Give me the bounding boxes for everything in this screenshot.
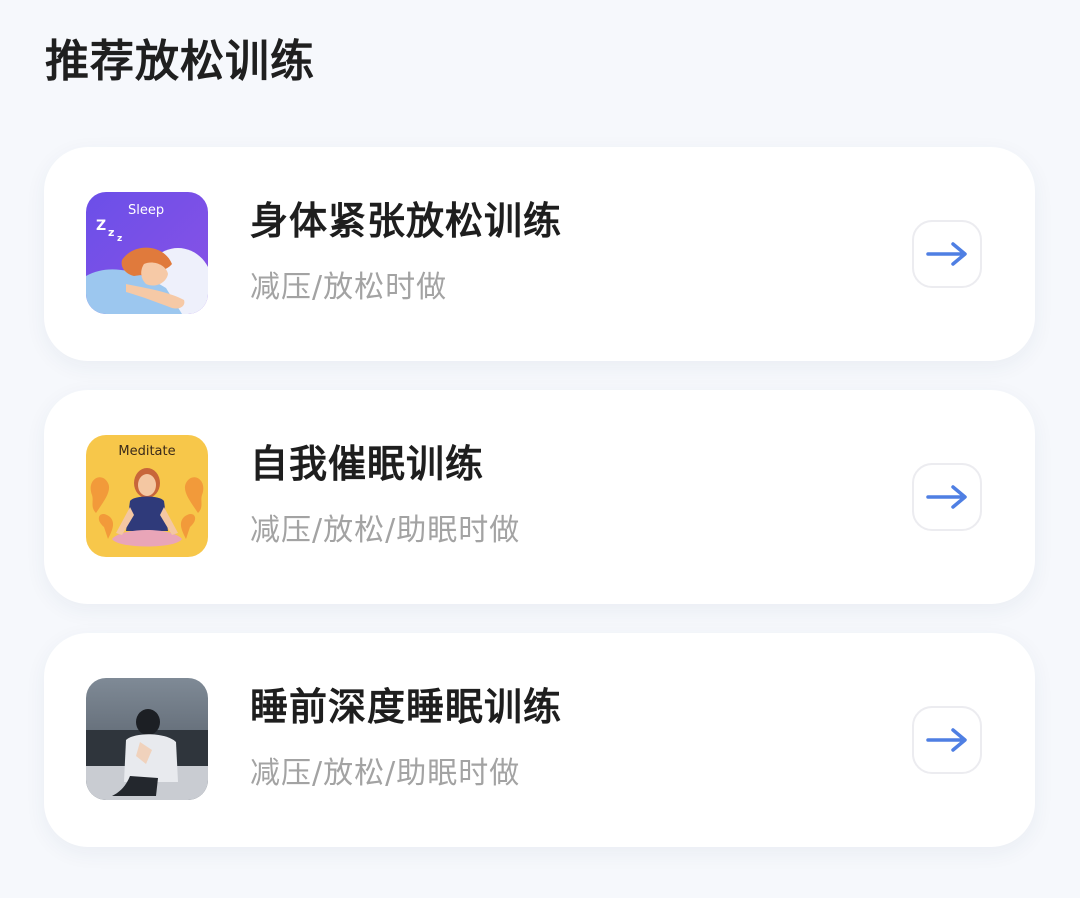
open-training-button[interactable] [912,220,982,288]
svg-text:z: z [117,234,122,244]
arrow-right-icon [926,728,967,752]
open-training-button[interactable] [912,463,982,531]
open-training-button[interactable] [912,706,982,774]
arrow-right-icon [926,242,967,266]
arrow-right-icon [926,485,967,509]
card-title: 睡前深度睡眠训练 [250,685,563,729]
training-card-deep-sleep[interactable]: 睡前深度睡眠训练 减压/放松/助眠时做 [44,633,1035,847]
sleep-thumbnail: Sleep Z z z [86,192,208,314]
sitting-man-thumbnail [86,678,208,800]
card-subtitle: 减压/放松/助眠时做 [250,756,521,791]
section-title: 推荐放松训练 [45,36,315,87]
sleep-label: Sleep [128,203,164,218]
svg-text:z: z [108,226,114,239]
card-title: 自我催眠训练 [250,442,485,486]
training-card-self-hypnosis[interactable]: Meditate 自我催眠训练 减压/放松/助眠时做 [44,390,1035,604]
svg-text:Z: Z [96,218,106,234]
meditate-thumbnail: Meditate [86,435,208,557]
training-card-body-relaxation[interactable]: Sleep Z z z 身体紧张放松训练 减压/放松时做 [44,147,1035,361]
card-title: 身体紧张放松训练 [250,199,563,243]
meditate-label: Meditate [118,444,175,459]
card-subtitle: 减压/放松时做 [250,270,448,305]
card-subtitle: 减压/放松/助眠时做 [250,513,521,548]
